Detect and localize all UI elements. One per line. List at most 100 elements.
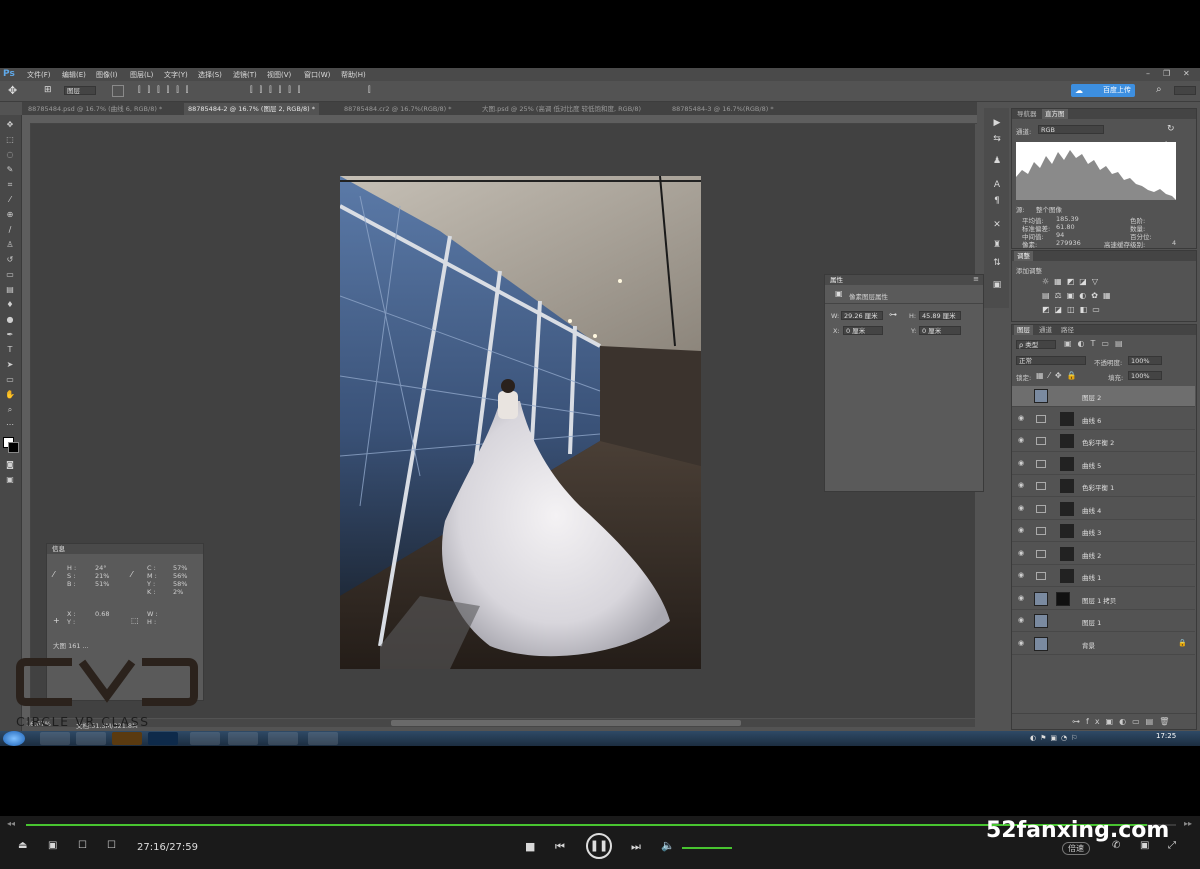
cloud-upload-button[interactable]: ☁ 百度上传 — [1071, 84, 1135, 97]
menu-window[interactable]: 窗口(W) — [304, 70, 330, 80]
adjustment-icons-row-1[interactable]: ☼▦◩◪▽ — [1042, 277, 1103, 286]
info-panel-header[interactable]: 信息 — [47, 544, 203, 554]
properties-icon[interactable]: ▣ — [991, 280, 1003, 290]
layer-row[interactable]: ◉ 曲线 3 — [1012, 521, 1195, 542]
history-icon[interactable]: ⇆ — [991, 134, 1003, 144]
height-field[interactable]: 45.89 厘米 — [919, 311, 961, 320]
visibility-eye-icon[interactable]: ◉ — [1018, 639, 1026, 647]
tray-icons[interactable]: ◐⚑▣◔⚐ — [1030, 734, 1081, 742]
visibility-eye-icon[interactable]: ◉ — [1018, 414, 1026, 422]
previous-icon[interactable]: ⏮ — [555, 840, 565, 854]
fill-field[interactable]: 100% — [1128, 371, 1162, 380]
opacity-field[interactable]: 100% — [1128, 356, 1162, 365]
minimize-icon[interactable]: – — [1146, 69, 1150, 78]
more-tools-icon[interactable]: ⋯ — [5, 421, 15, 429]
properties-panel-header[interactable]: 属性 ≡ — [825, 275, 983, 285]
layer-row[interactable]: 图层 2 — [1012, 386, 1195, 407]
adjustment-icons-row-2[interactable]: ▤⚖▣◐✿▦ — [1042, 291, 1116, 300]
tab-doc-5[interactable]: 88785484-3 @ 16.7%(RGB/8) * — [672, 103, 774, 115]
visibility-eye-icon[interactable]: ◉ — [1018, 617, 1026, 624]
quick-select-icon[interactable]: ✎ — [5, 166, 15, 174]
eject-icon[interactable]: ⏏ — [18, 840, 27, 851]
rewind-icon[interactable]: ◂◂ — [7, 819, 15, 828]
layer-row[interactable]: ◉ 曲线 1 — [1012, 566, 1195, 587]
clone-stamp-icon[interactable]: ♙ — [5, 241, 15, 249]
visibility-eye-icon[interactable]: ◉ — [1018, 482, 1026, 489]
layer-row[interactable]: ◉ 图层 1 拷贝 — [1012, 589, 1195, 610]
workspace-dropdown[interactable] — [1174, 86, 1196, 95]
menu-edit[interactable]: 编辑(E) — [62, 70, 86, 80]
link-icon[interactable]: ⊶ — [889, 310, 897, 319]
tools-preset-icon[interactable]: ✕ — [991, 220, 1003, 230]
layer-footer-icons[interactable]: ⊶fx▣◐▭▤🗑 — [1072, 717, 1175, 726]
channel-dropdown[interactable]: RGB — [1038, 125, 1104, 134]
adjustment-icons-row-3[interactable]: ◩◪◫◧▭ — [1042, 305, 1105, 314]
move-tool-icon[interactable]: ✥ — [8, 84, 17, 97]
paragraph-icon[interactable]: ¶ — [991, 196, 1003, 206]
crop-icon[interactable]: ⌗ — [5, 181, 15, 189]
refresh-icon[interactable]: ↻ — [1167, 124, 1175, 134]
visibility-eye-icon[interactable]: ◉ — [1018, 527, 1026, 534]
restore-icon[interactable]: ❐ — [1163, 69, 1170, 78]
visibility-eye-icon[interactable]: ◉ — [1018, 594, 1026, 602]
menu-file[interactable]: 文件(F) — [27, 70, 51, 80]
lock-icons[interactable]: ▦⁄✥🔒 — [1036, 371, 1082, 380]
blend-mode-dropdown[interactable]: 正常 — [1016, 356, 1086, 365]
layer-thumbnail[interactable] — [1034, 636, 1048, 651]
tab-doc-1[interactable]: 88785484.psd @ 16.7% (曲线 6, RGB/8) * — [28, 103, 162, 115]
shape-icon[interactable]: ▭ — [5, 376, 15, 384]
start-button[interactable] — [3, 731, 25, 746]
layer-mask-thumbnail[interactable] — [1060, 501, 1074, 516]
pause-button[interactable]: ❚❚ — [586, 833, 612, 859]
play-action-icon[interactable]: ▶ — [991, 118, 1003, 128]
layer-select-dropdown[interactable]: 图层 — [64, 86, 96, 95]
layer-filter-dropdown[interactable]: ρ 类型 — [1016, 340, 1056, 349]
taskbar-app-browser[interactable] — [76, 732, 106, 745]
history-brush-icon[interactable]: ↺ — [5, 256, 15, 264]
taskbar-clock[interactable]: 17:25 — [1156, 732, 1176, 740]
layer-thumbnail[interactable] — [1034, 389, 1048, 403]
layer-row[interactable]: ◉ 曲线 2 — [1012, 544, 1195, 565]
brush-preset-icon[interactable]: ♜ — [991, 240, 1003, 250]
hand-icon[interactable]: ✋ — [5, 391, 15, 399]
tab-doc-3[interactable]: 88785484.cr2 @ 16.7%(RGB/8) * — [344, 103, 452, 115]
clone-source-icon[interactable]: ♟ — [991, 156, 1003, 166]
character-icon[interactable]: A — [991, 180, 1003, 190]
layer-mask-thumbnail[interactable] — [1060, 456, 1074, 471]
align-icons[interactable]: ⫿⫿⫿⫿⫿⫿ — [138, 85, 195, 95]
layer-row[interactable]: ◉ 色彩平衡 2 — [1012, 431, 1195, 452]
move-icon[interactable]: ✥ — [5, 121, 15, 129]
brush-icon[interactable]: ∕ — [5, 226, 15, 234]
close-icon[interactable]: ✕ — [1183, 69, 1190, 78]
visibility-eye-icon[interactable]: ◉ — [1018, 437, 1026, 444]
dodge-icon[interactable]: ● — [5, 316, 15, 324]
tab-histogram[interactable]: 直方图 — [1042, 109, 1068, 119]
layer-mask-thumbnail[interactable] — [1060, 434, 1074, 448]
menu-view[interactable]: 视图(V) — [267, 70, 291, 80]
tab-adjustments[interactable]: 调整 — [1014, 251, 1033, 261]
tab-paths[interactable]: 路径 — [1058, 325, 1077, 335]
distribute-icons[interactable]: ⫿⫿⫿⫿⫿⫿ — [250, 85, 307, 95]
taskbar-app-bridge[interactable] — [112, 732, 142, 745]
menu-select[interactable]: 选择(S) — [198, 70, 222, 80]
tab-navigator[interactable]: 导航器 — [1014, 109, 1040, 119]
background-color-swatch[interactable] — [8, 442, 19, 453]
auto-align-icon[interactable]: ⫿ — [368, 85, 371, 95]
transform-controls-icon[interactable] — [112, 85, 124, 97]
tab-doc-2[interactable]: 88785484-2 @ 16.7% (图层 2, RGB/8) * — [184, 103, 319, 115]
adjust-icon[interactable]: ⇅ — [991, 258, 1003, 268]
panel-menu-icon[interactable]: ≡ — [973, 275, 979, 283]
eyedropper-icon[interactable]: ⁄ — [5, 196, 15, 204]
taskbar-app-5[interactable] — [228, 732, 258, 745]
volume-slider[interactable] — [682, 847, 732, 849]
type-icon[interactable]: T — [5, 346, 15, 354]
speed-button[interactable]: 倍速 — [1062, 842, 1090, 855]
visibility-eye-icon[interactable]: ◉ — [1018, 572, 1026, 579]
layer-row[interactable]: ◉ 曲线 6 — [1012, 409, 1195, 430]
next-icon[interactable]: ⏭ — [631, 840, 641, 854]
visibility-eye-icon[interactable]: ◉ — [1018, 504, 1026, 512]
taskbar-app-1[interactable] — [40, 732, 70, 745]
visibility-eye-icon[interactable]: ◉ — [1018, 549, 1026, 557]
search-icon[interactable]: ⌕ — [1156, 84, 1162, 95]
layer-mask-thumbnail[interactable] — [1060, 411, 1074, 426]
